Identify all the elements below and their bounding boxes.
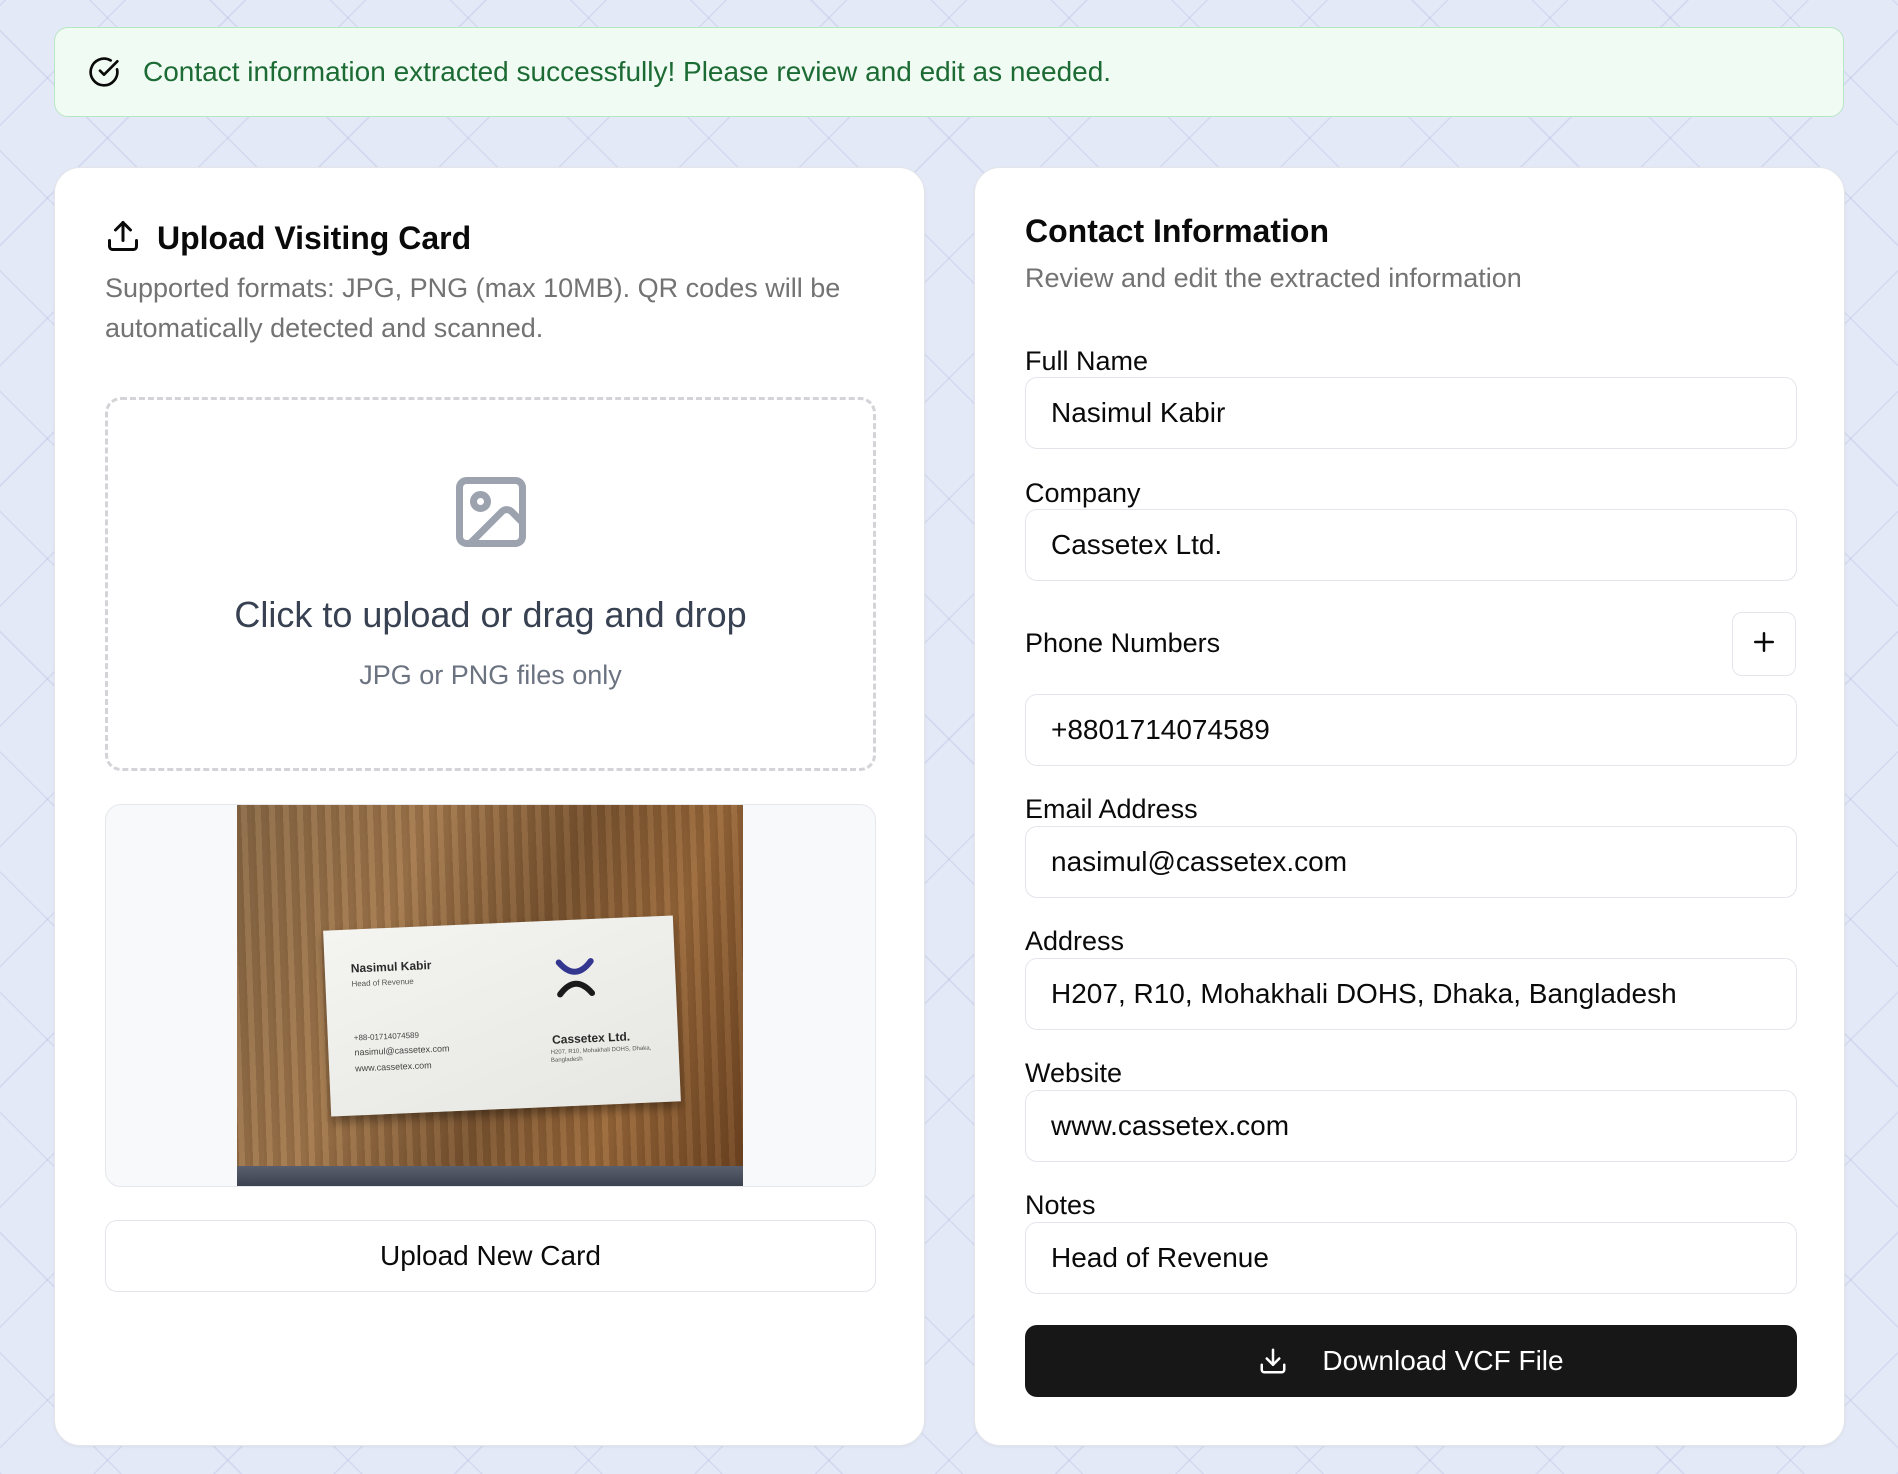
company-label: Company <box>1025 478 1141 508</box>
photo-bottom-strip <box>237 1166 743 1186</box>
upload-card-description: Supported formats: JPG, PNG (max 10MB). … <box>105 273 841 343</box>
contact-info-card: Contact Information Review and edit the … <box>974 167 1845 1446</box>
plus-icon <box>1749 627 1779 662</box>
notes-label: Notes <box>1025 1190 1096 1220</box>
success-banner: Contact information extracted successful… <box>54 27 1844 117</box>
website-label: Website <box>1025 1058 1123 1088</box>
download-vcf-button[interactable]: Download VCF File <box>1025 1325 1797 1397</box>
upload-card-header: Upload Visiting Card <box>105 218 471 259</box>
card-image-preview: Nasimul Kabir Head of Revenue +88-017140… <box>105 804 876 1187</box>
download-icon <box>1258 1346 1288 1376</box>
dropzone-subtitle: JPG or PNG files only <box>359 660 622 690</box>
company-logo-icon <box>552 955 598 1001</box>
phone-number-input[interactable] <box>1025 694 1797 766</box>
website-input[interactable] <box>1025 1090 1797 1162</box>
upload-new-card-button[interactable]: Upload New Card <box>105 1220 876 1292</box>
card-phone: +88-01714074589 <box>353 1030 420 1043</box>
dropzone-title: Click to upload or drag and drop <box>234 594 747 635</box>
card-address: H207, R10, Mohakhali DOHS, Dhaka, Bangla… <box>550 1045 652 1064</box>
upload-card-title: Upload Visiting Card <box>157 220 472 256</box>
card-company: Cassetex Ltd. <box>551 1029 631 1047</box>
card-name: Nasimul Kabir <box>350 958 432 976</box>
uploaded-card-photo: Nasimul Kabir Head of Revenue +88-017140… <box>237 805 743 1186</box>
card-website: www.cassetex.com <box>354 1060 432 1074</box>
business-card: Nasimul Kabir Head of Revenue +88-017140… <box>323 915 681 1117</box>
notes-input[interactable] <box>1025 1222 1797 1294</box>
check-circle-icon <box>87 55 121 89</box>
address-input[interactable] <box>1025 958 1797 1030</box>
contact-info-title: Contact Information <box>1025 213 1329 249</box>
upload-card: Upload Visiting Card Supported formats: … <box>54 167 925 1446</box>
company-input[interactable] <box>1025 509 1797 581</box>
image-icon <box>449 470 533 554</box>
success-message: Contact information extracted successful… <box>143 56 1112 87</box>
card-role: Head of Revenue <box>351 976 414 989</box>
card-email: nasimul@cassetex.com <box>354 1043 450 1058</box>
upload-icon <box>105 218 141 259</box>
email-label: Email Address <box>1025 794 1198 824</box>
upload-dropzone[interactable]: Click to upload or drag and drop JPG or … <box>105 397 876 771</box>
email-input[interactable] <box>1025 826 1797 898</box>
full-name-input[interactable] <box>1025 377 1797 449</box>
phone-numbers-label: Phone Numbers <box>1025 628 1221 658</box>
full-name-label: Full Name <box>1025 346 1149 376</box>
contact-info-description: Review and edit the extracted informatio… <box>1025 263 1522 293</box>
download-vcf-label: Download VCF File <box>1322 1345 1564 1376</box>
add-phone-button[interactable] <box>1732 612 1796 676</box>
address-label: Address <box>1025 926 1125 956</box>
